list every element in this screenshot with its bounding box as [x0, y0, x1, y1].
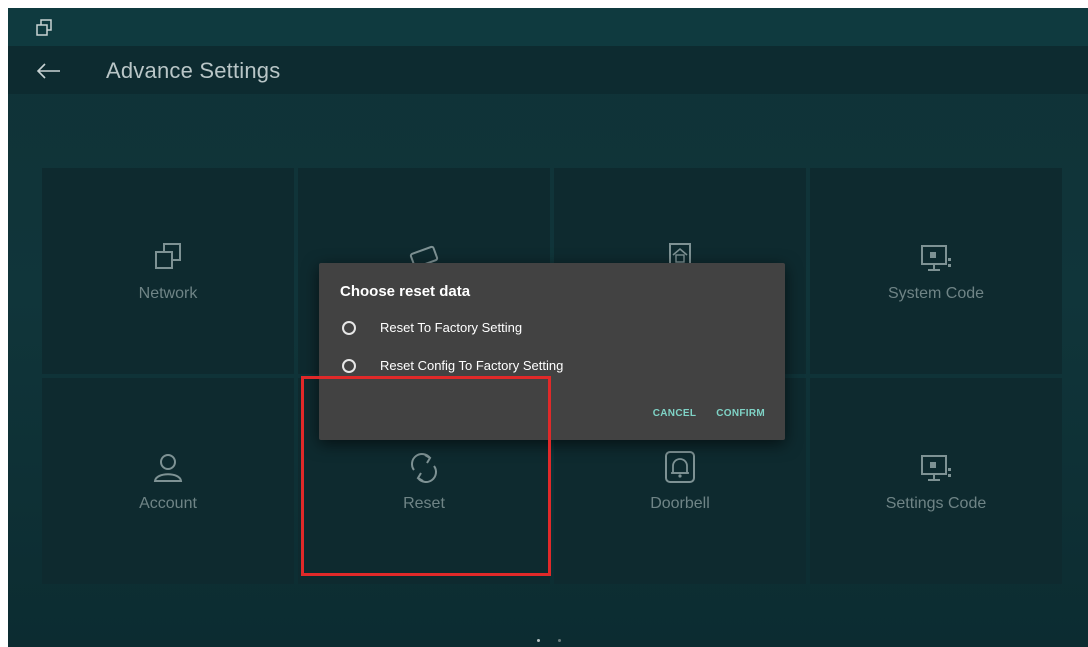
monitor-icon [921, 455, 951, 481]
tile-settings-code-label: Settings Code [885, 495, 987, 512]
cancel-button[interactable]: CANCEL [653, 408, 696, 419]
page-dot [558, 639, 561, 642]
window-restore-icon[interactable] [34, 18, 54, 38]
tile-doorbell-label: Doorbell [650, 495, 710, 512]
radio-button[interactable] [342, 359, 356, 373]
option-label: Reset To Factory Setting [380, 320, 523, 335]
tile-system-code[interactable]: System Code [810, 168, 1062, 374]
option-reset-factory[interactable]: Reset To Factory Setting [340, 319, 760, 339]
tile-network-label: Network [138, 285, 198, 302]
bell-icon [665, 451, 695, 483]
back-arrow-icon[interactable] [34, 58, 66, 84]
highlight-box [301, 376, 551, 576]
radio-button[interactable] [342, 321, 356, 335]
tile-system-code-label: System Code [887, 285, 985, 302]
dialog-actions: CANCEL CONFIRM [653, 408, 765, 419]
tile-account[interactable]: Account [42, 378, 294, 584]
page-dot-active [537, 639, 540, 642]
page-title: Advance Settings [106, 58, 281, 83]
dialog-title: Choose reset data [340, 283, 471, 300]
option-reset-config-factory[interactable]: Reset Config To Factory Setting [340, 357, 760, 377]
confirm-button[interactable]: CONFIRM [716, 408, 765, 419]
user-icon [153, 454, 183, 482]
monitor-icon [921, 245, 951, 271]
tile-account-label: Account [139, 495, 197, 512]
status-bar [8, 8, 1088, 46]
page-indicator [537, 639, 561, 642]
tile-network[interactable]: Network [42, 168, 294, 374]
network-icon [155, 243, 181, 269]
option-label: Reset Config To Factory Setting [380, 358, 564, 373]
tile-settings-code[interactable]: Settings Code [810, 378, 1062, 584]
app-bar: Advance Settings [8, 46, 1088, 94]
device-screen: Advance Settings Network System Code Acc… [8, 8, 1088, 647]
